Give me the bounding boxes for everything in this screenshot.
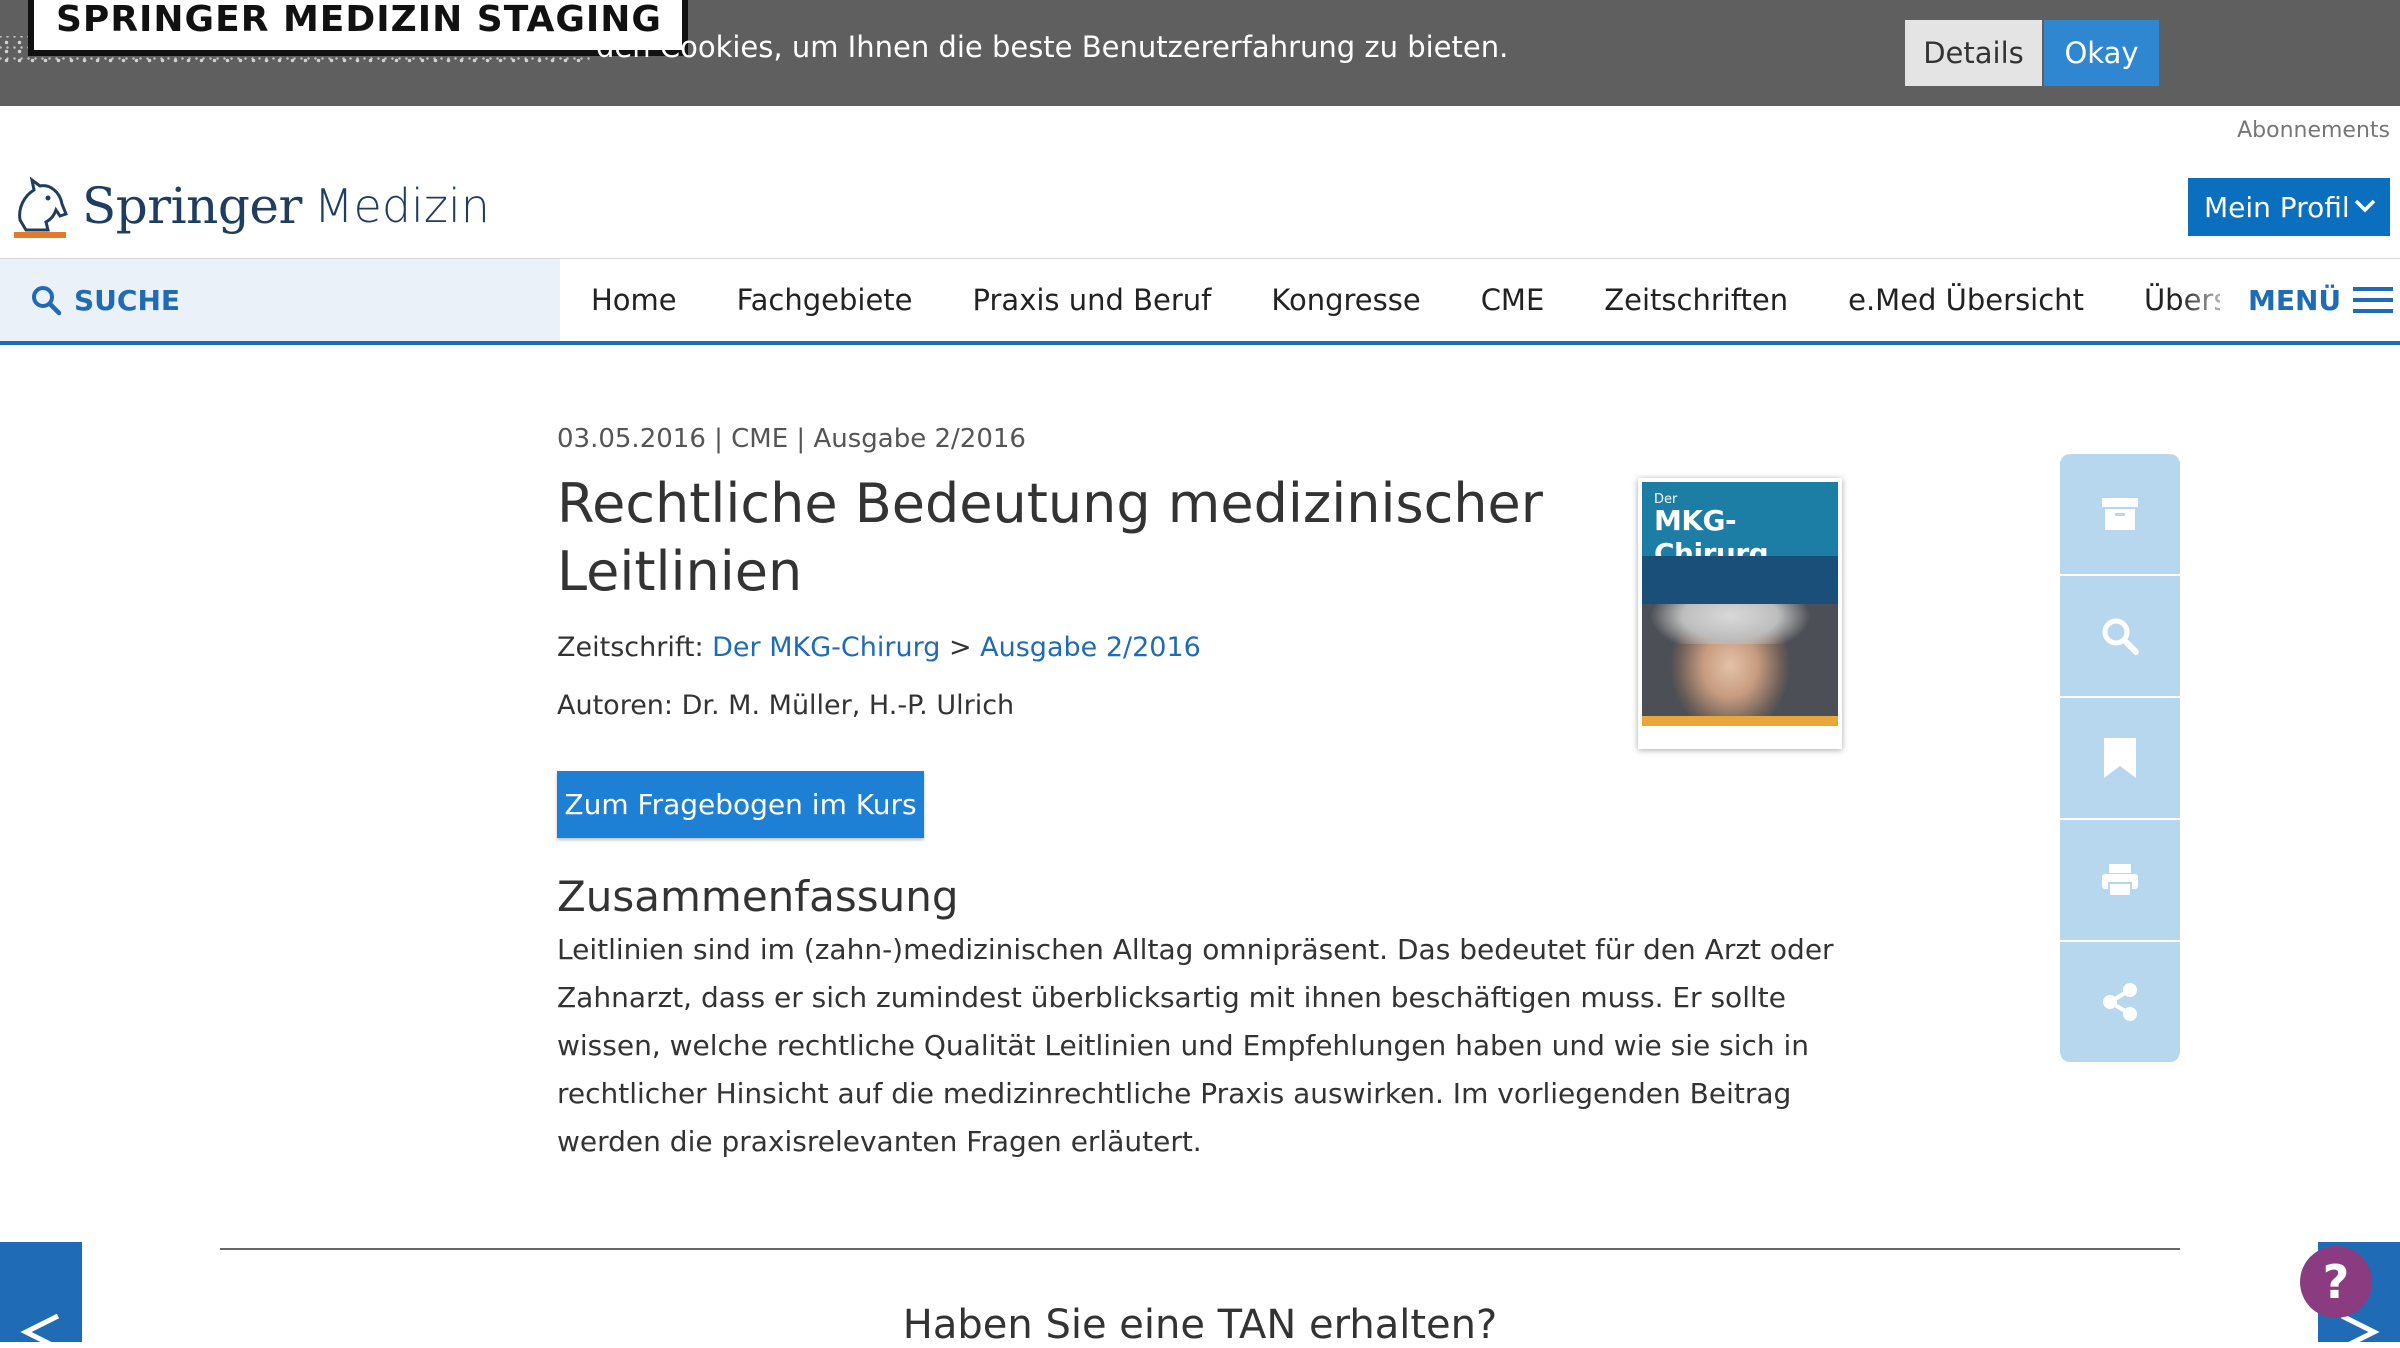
journal-cover-image[interactable]: Der MKG-Chirurg	[1638, 478, 1842, 749]
nav-item-cme[interactable]: CME	[1481, 283, 1545, 317]
main-navigation: SUCHE Home Fachgebiete Praxis und Beruf …	[0, 258, 2400, 345]
cookie-details-button[interactable]: Details	[1905, 20, 2042, 86]
summary-heading: Zusammenfassung	[557, 872, 959, 921]
mein-profil-label: Mein Profil	[2204, 190, 2350, 224]
nav-item-praxis-und-beruf[interactable]: Praxis und Beruf	[973, 283, 1212, 317]
bookmark-button[interactable]	[2060, 698, 2180, 818]
nav-item-kongresse[interactable]: Kongresse	[1271, 283, 1420, 317]
search-tool-button[interactable]	[2060, 576, 2180, 696]
section-divider	[220, 1248, 2180, 1250]
arrow-left-icon	[20, 1313, 60, 1348]
question-mark-icon: ?	[2322, 1255, 2350, 1309]
print-icon	[2102, 864, 2138, 897]
cookie-message: den Cookies, um Ihnen die beste Benutzer…	[596, 30, 1509, 64]
authors-label: Autoren:	[557, 690, 674, 721]
issue-link[interactable]: Ausgabe 2/2016	[980, 632, 1201, 663]
nav-item-emed-uebersicht[interactable]: e.Med Übersicht	[1848, 283, 2084, 317]
springer-horse-logo-icon	[14, 176, 68, 238]
staging-label: SPRINGER MEDIZIN STAGING	[28, 0, 688, 56]
mein-profil-button[interactable]: Mein Profil	[2188, 178, 2390, 236]
logo-medizin-text: Medizin	[313, 179, 490, 233]
springer-medizin-logo[interactable]: Springer Medizin	[10, 166, 490, 246]
bookmark-icon	[2104, 738, 2136, 778]
side-toolbar	[2060, 454, 2180, 1064]
nav-menu-button[interactable]: MENÜ	[2248, 259, 2394, 341]
journal-link[interactable]: Der MKG-Chirurg	[712, 632, 940, 663]
archive-icon	[2102, 498, 2138, 530]
share-button[interactable]	[2060, 942, 2180, 1062]
authors-row: Autoren: Dr. M. Müller, H.-P. Ulrich	[557, 690, 1014, 721]
nav-search-button[interactable]: SUCHE	[0, 259, 560, 341]
article-meta: 03.05.2016 | CME | Ausgabe 2/2016	[557, 424, 1026, 454]
nav-item-home[interactable]: Home	[591, 283, 677, 317]
cover-footer	[1642, 728, 1838, 745]
nav-menu-label: MENÜ	[2248, 283, 2342, 317]
cover-band	[1642, 716, 1838, 726]
archive-button[interactable]	[2060, 454, 2180, 574]
nav-items: Home Fachgebiete Praxis und Beruf Kongre…	[560, 259, 2220, 341]
abonnements-link[interactable]: Abonnements	[2237, 118, 2390, 143]
cover-photo-hair	[1642, 604, 1838, 644]
print-button[interactable]	[2060, 820, 2180, 940]
journal-row: Zeitschrift: Der MKG-Chirurg > Ausgabe 2…	[557, 632, 1201, 663]
nav-fade	[2180, 259, 2240, 341]
nav-search-label: SUCHE	[74, 283, 181, 317]
summary-text: Leitlinien sind im (zahn-)medizinischen …	[557, 933, 1834, 1158]
journal-separator: >	[948, 632, 972, 663]
tan-heading: Haben Sie eine TAN erhalten?	[902, 1302, 1498, 1348]
logo-springer-text: Springer	[82, 177, 302, 235]
questionnaire-button[interactable]: Zum Fragebogen im Kurs	[557, 771, 924, 838]
search-icon	[32, 286, 62, 316]
chevron-down-icon	[2354, 199, 2376, 213]
nav-item-zeitschriften[interactable]: Zeitschriften	[1604, 283, 1788, 317]
journal-label: Zeitschrift:	[557, 632, 704, 663]
cookie-okay-button[interactable]: Okay	[2044, 20, 2159, 86]
search-icon	[2102, 618, 2139, 655]
cover-strip	[1642, 556, 1838, 604]
share-icon	[2103, 983, 2137, 1021]
authors-value: Dr. M. Müller, H.-P. Ulrich	[681, 690, 1015, 721]
previous-article-button[interactable]	[0, 1242, 82, 1348]
cookie-bar: SPRINGER MEDIZIN STAGING den Cookies, um…	[0, 0, 2400, 106]
nav-item-fachgebiete[interactable]: Fachgebiete	[737, 283, 913, 317]
help-button[interactable]: ?	[2300, 1246, 2372, 1318]
article-title: Rechtliche Bedeutung medizinischer Leitl…	[557, 472, 1543, 603]
hamburger-icon	[2353, 287, 2394, 313]
